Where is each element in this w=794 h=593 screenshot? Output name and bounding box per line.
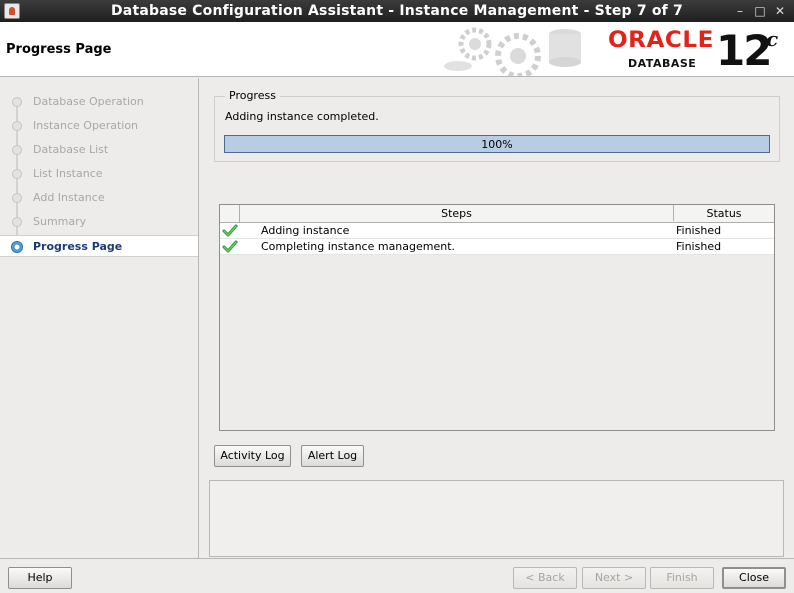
window-title: Database Configuration Assistant - Insta… — [110, 3, 683, 19]
table-row[interactable]: Completing instance management. Finished — [220, 239, 774, 255]
nav-item-database-operation[interactable]: Database Operation — [0, 91, 198, 113]
activity-log-button[interactable]: Activity Log — [214, 445, 291, 467]
step-indicator-icon — [12, 193, 22, 203]
progress-status-text: Adding instance completed. — [225, 110, 379, 123]
oracle-database-12c-logo: ORACLE DATABASE 12 c — [604, 26, 788, 75]
table-header: Steps Status — [220, 205, 774, 223]
check-icon — [222, 240, 238, 253]
help-button[interactable]: Help — [8, 567, 72, 589]
nav-item-label: Instance Operation — [33, 119, 139, 132]
table-row[interactable]: Adding instance Finished — [220, 223, 774, 239]
finish-button[interactable]: Finish — [650, 567, 714, 589]
header-banner: Progress Page ORACLE DATABASE 12 c — [0, 22, 794, 77]
nav-item-label: Summary — [33, 215, 87, 228]
nav-item-database-list[interactable]: Database List — [0, 139, 198, 161]
next-button[interactable]: Next > — [582, 567, 646, 589]
minimize-icon[interactable]: – — [732, 3, 748, 19]
close-window-icon[interactable]: ✕ — [772, 3, 788, 19]
current-step-indicator-icon — [11, 241, 23, 253]
check-icon — [222, 224, 238, 237]
column-header-steps[interactable]: Steps — [240, 205, 674, 221]
nav-item-progress-page[interactable]: Progress Page — [0, 235, 198, 257]
step-indicator-icon — [12, 169, 22, 179]
nav-item-label: Add Instance — [33, 191, 105, 204]
column-header-status[interactable]: Status — [674, 205, 774, 223]
progress-percent: 100% — [481, 138, 513, 151]
nav-item-instance-operation[interactable]: Instance Operation — [0, 115, 198, 137]
logo-product: DATABASE — [628, 57, 697, 70]
window-titlebar: Database Configuration Assistant - Insta… — [0, 0, 794, 22]
logo-brand: ORACLE — [608, 28, 714, 53]
step-indicator-icon — [12, 121, 22, 131]
step-indicator-icon — [12, 217, 22, 227]
step-indicator-icon — [12, 145, 22, 155]
wizard-steps-nav: Database Operation Instance Operation Da… — [0, 78, 199, 558]
progress-bar: 100% — [224, 135, 770, 153]
maximize-icon[interactable]: □ — [752, 3, 768, 19]
nav-item-summary[interactable]: Summary — [0, 211, 198, 233]
step-indicator-icon — [12, 97, 22, 107]
nav-item-label: List Instance — [33, 167, 103, 180]
back-button[interactable]: < Back — [513, 567, 577, 589]
alert-log-button[interactable]: Alert Log — [301, 445, 364, 467]
logo-version: 12 — [716, 26, 772, 75]
icon-column-header[interactable] — [220, 205, 240, 223]
step-name: Adding instance — [261, 224, 350, 237]
footer-divider — [0, 558, 794, 559]
nav-item-label: Database List — [33, 143, 109, 156]
step-name: Completing instance management. — [261, 240, 456, 253]
close-button[interactable]: Close — [722, 567, 786, 589]
gears-decoration-icon — [444, 27, 581, 76]
step-status: Finished — [676, 224, 722, 237]
nav-item-add-instance[interactable]: Add Instance — [0, 187, 198, 209]
page-title: Progress Page — [6, 42, 112, 57]
logo-version-suffix: c — [766, 27, 779, 51]
progress-legend: Progress — [225, 89, 280, 102]
steps-table[interactable]: Steps Status Adding instance Finished Co… — [219, 204, 775, 431]
nav-item-label: Progress Page — [33, 240, 123, 253]
details-panel — [209, 480, 784, 557]
step-status: Finished — [676, 240, 722, 253]
nav-item-list-instance[interactable]: List Instance — [0, 163, 198, 185]
nav-item-label: Database Operation — [33, 95, 144, 108]
